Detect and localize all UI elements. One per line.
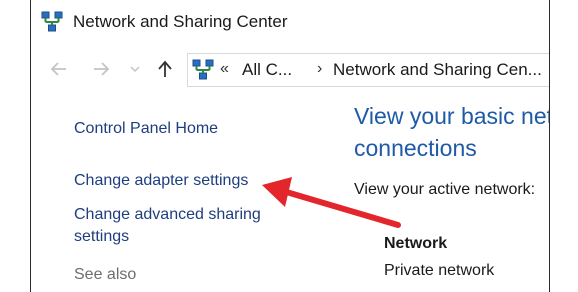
- breadcrumb-network-sharing-center[interactable]: Network and Sharing Cen...: [333, 60, 542, 80]
- active-networks-label: View your active network:: [354, 181, 536, 198]
- heading-line2: connections: [354, 135, 477, 161]
- address-bar[interactable]: « All C... › Network and Sharing Cen...: [187, 53, 549, 87]
- heading-line1: View your basic net: [354, 103, 550, 129]
- chevron-down-icon[interactable]: [127, 52, 143, 86]
- window-title: Network and Sharing Center: [73, 12, 288, 31]
- page-heading: View your basic net connections: [354, 100, 550, 164]
- breadcrumb-all-control-panel[interactable]: All C...: [242, 60, 292, 80]
- forward-arrow-icon[interactable]: [87, 52, 115, 86]
- link-label-line1: Change advanced sharing: [74, 206, 261, 223]
- network-icon: [192, 59, 214, 81]
- change-adapter-settings-link[interactable]: Change adapter settings: [74, 170, 248, 192]
- control-panel-home-link[interactable]: Control Panel Home: [74, 118, 218, 140]
- see-also-heading: See also: [74, 266, 137, 283]
- back-arrow-icon[interactable]: [45, 52, 73, 86]
- breadcrumb-overflow[interactable]: «: [220, 60, 229, 78]
- link-label-line2: settings: [74, 228, 130, 245]
- title-bar[interactable]: Network and Sharing Center: [31, 0, 549, 42]
- breadcrumb-separator[interactable]: ›: [317, 60, 322, 78]
- change-advanced-sharing-settings-link[interactable]: Change advanced sharing settings: [74, 204, 261, 248]
- up-arrow-icon[interactable]: [153, 52, 177, 86]
- network-type: Private network: [384, 262, 495, 279]
- network-icon: [41, 11, 63, 33]
- network-sharing-center-window: Network and Sharing Center « All C... › …: [30, 0, 550, 292]
- network-name: Network: [384, 235, 448, 252]
